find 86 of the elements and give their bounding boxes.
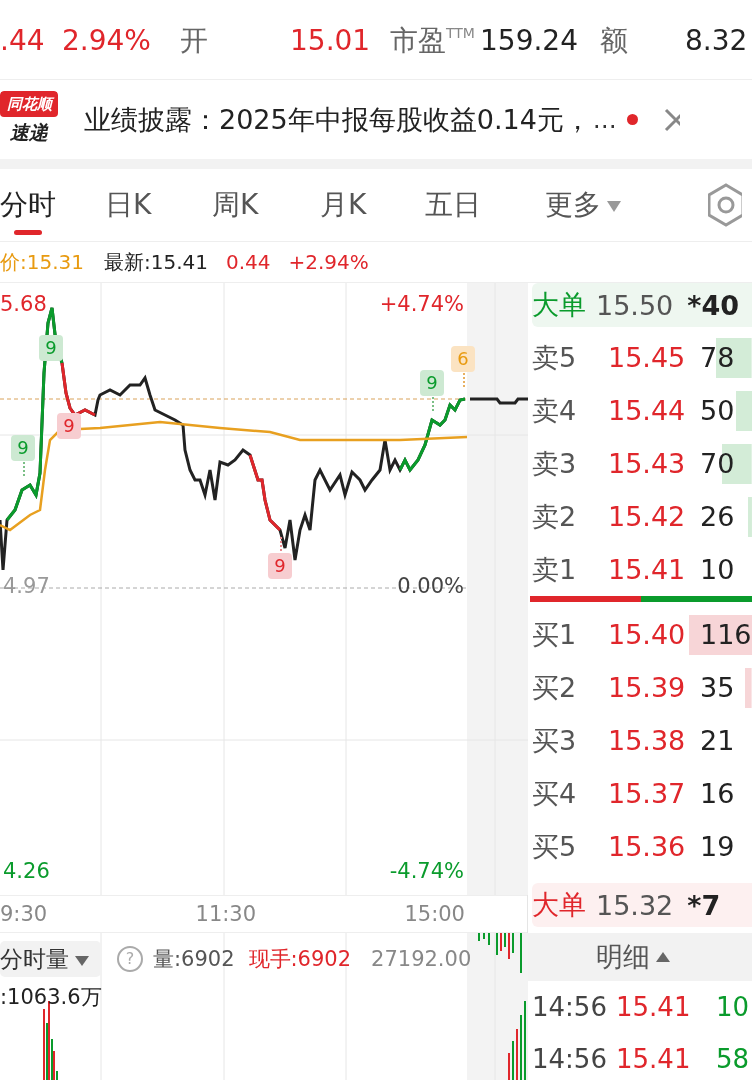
large-order-price: 15.32 [596,889,674,921]
time-label: 11:30 [195,902,257,926]
leader-line [280,537,282,551]
price-label: 5.68 [0,291,47,317]
chart-tab[interactable]: 更多 [545,169,708,241]
large-order-volume: *40 [687,289,739,321]
volume-value: 量:6902 [153,946,235,973]
chart-tab[interactable]: 周K [212,169,320,241]
order-price: 15.36 [608,831,686,862]
order-level-label: 卖2 [532,499,578,534]
pe-value: 159.24 [480,24,579,57]
detail-header[interactable]: 明细 [528,933,752,981]
change-percent: +2.94% [288,250,369,274]
turnover-value: :1063.6万 [0,984,103,1011]
axis-max-label: 27192.00 [371,947,472,971]
trade-price: 15.41 [616,992,692,1022]
signal-marker: 9 [39,335,63,361]
trade-price: 15.41 [616,1044,692,1074]
price-label: 4.26 [3,858,50,884]
time-label: 15:00 [404,902,465,926]
signal-marker: 9 [57,413,81,439]
order-price: 15.40 [608,619,686,650]
order-price: 15.42 [608,501,686,532]
indicator-dropdown[interactable]: 分时量 [0,941,101,977]
amount-label: 额 [600,22,629,59]
chart-tab[interactable]: 五日 [425,169,545,241]
trade-time: 14:56 [532,1044,608,1074]
time-label: 9:30 [0,902,48,926]
order-price: 15.39 [608,672,686,703]
order-level-label: 买5 [532,829,578,864]
order-volume: 116 [686,614,752,655]
pe-label: 市盈$^{TTM}$ [390,22,476,59]
news-headline[interactable]: 业绩披露：2025年中报每股收益0.14元， [84,101,591,138]
signal-marker: 9 [11,435,35,461]
percent-label: +4.74% [379,291,464,317]
signal-marker: 9 [268,553,292,579]
leader-line [23,462,25,476]
order-level-label: 买2 [532,670,578,705]
order-price: 15.38 [608,725,686,756]
order-level-label: 买1 [532,617,578,652]
signal-marker: 6 [451,346,475,372]
order-level-label: 卖3 [532,446,578,481]
order-level-label: 买3 [532,723,578,758]
large-order-row[interactable]: 大单 15.32 *7 [532,883,752,927]
open-price: 15.01 [290,24,372,57]
price-change: .44 [0,24,46,57]
signal-marker: 9 [420,370,444,396]
large-order-label: 大单 [532,288,586,322]
chart-tab[interactable]: 分时 [0,169,105,241]
current-volume: 现手:6902 [248,946,352,973]
trade-volume: 10 [716,992,751,1022]
order-price: 15.44 [608,395,686,426]
chart-tab[interactable]: 日K [105,169,212,241]
large-order-volume: *7 [687,889,721,921]
order-level-label: 卖1 [532,552,578,587]
caret-icon [607,200,621,212]
sort-icon [656,952,670,962]
order-price: 15.41 [608,554,686,585]
change-value: 0.44 [226,250,271,274]
large-order-price: 15.50 [596,289,674,321]
large-order-label: 大单 [532,888,586,922]
order-price: 15.45 [608,342,686,373]
amount-value: 8.32 [685,24,749,57]
news-logo: 同花顺 速递 [0,90,58,149]
leader-line [463,373,465,387]
order-level-label: 卖5 [532,340,578,375]
more-text: … [592,105,617,134]
percent-label: -4.74% [389,858,464,884]
trade-time: 14:56 [532,992,608,1022]
change-percent: 2.94% [62,24,152,57]
after-hours-line [470,397,528,405]
chart-tab[interactable]: 月K [320,169,425,241]
price-label: 4.97 [3,573,50,599]
order-level-label: 买4 [532,776,578,811]
large-order-row[interactable]: 大单 15.50 *40 [532,283,752,327]
average-price: 价:15.31 [0,248,84,276]
caret-icon [75,955,89,966]
latest-price: 最新:15.41 [104,248,208,276]
leader-line [432,397,434,411]
open-label: 开 [180,22,209,59]
settings-icon [708,182,742,228]
trade-volume: 58 [716,1044,751,1074]
order-level-label: 卖4 [532,393,578,428]
order-price: 15.43 [608,448,686,479]
percent-label: 0.00% [397,573,464,599]
order-price: 15.37 [608,778,686,809]
